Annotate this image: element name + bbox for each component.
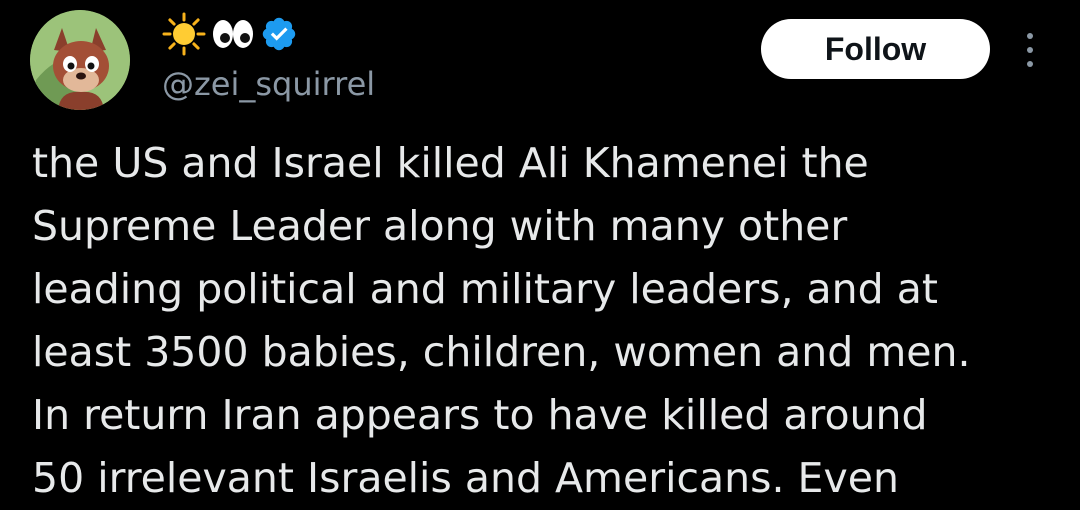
more-options-icon[interactable]	[1012, 28, 1048, 72]
avatar[interactable]	[30, 10, 130, 110]
follow-button[interactable]: Follow	[761, 19, 990, 79]
verified-badge-icon[interactable]	[260, 15, 298, 57]
tweet-text-line: 50 irrelevant Israelis and Americans. Ev…	[32, 454, 899, 502]
eyes-icon	[210, 12, 256, 60]
tweet-text-line: Supreme Leader along with many other	[32, 202, 848, 250]
tweet-text-line: the US and Israel killed Ali Khamenei th…	[32, 139, 869, 187]
author-handle[interactable]: @zei_squirrel	[162, 62, 375, 106]
more-dot	[1027, 33, 1033, 39]
tweet-text: the US and Israel killed Ali Khamenei th…	[32, 132, 1062, 510]
display-name[interactable]	[162, 12, 298, 60]
tweet-text-line: In return Iran appears to have killed ar…	[32, 391, 928, 439]
sun-icon	[162, 12, 206, 60]
tweet-text-line: leading political and military leaders, …	[32, 265, 938, 313]
squirrel-avatar-icon	[30, 10, 130, 110]
tweet-text-line: least 3500 babies, children, women and m…	[32, 328, 971, 376]
more-dot	[1027, 61, 1033, 67]
more-dot	[1027, 47, 1033, 53]
